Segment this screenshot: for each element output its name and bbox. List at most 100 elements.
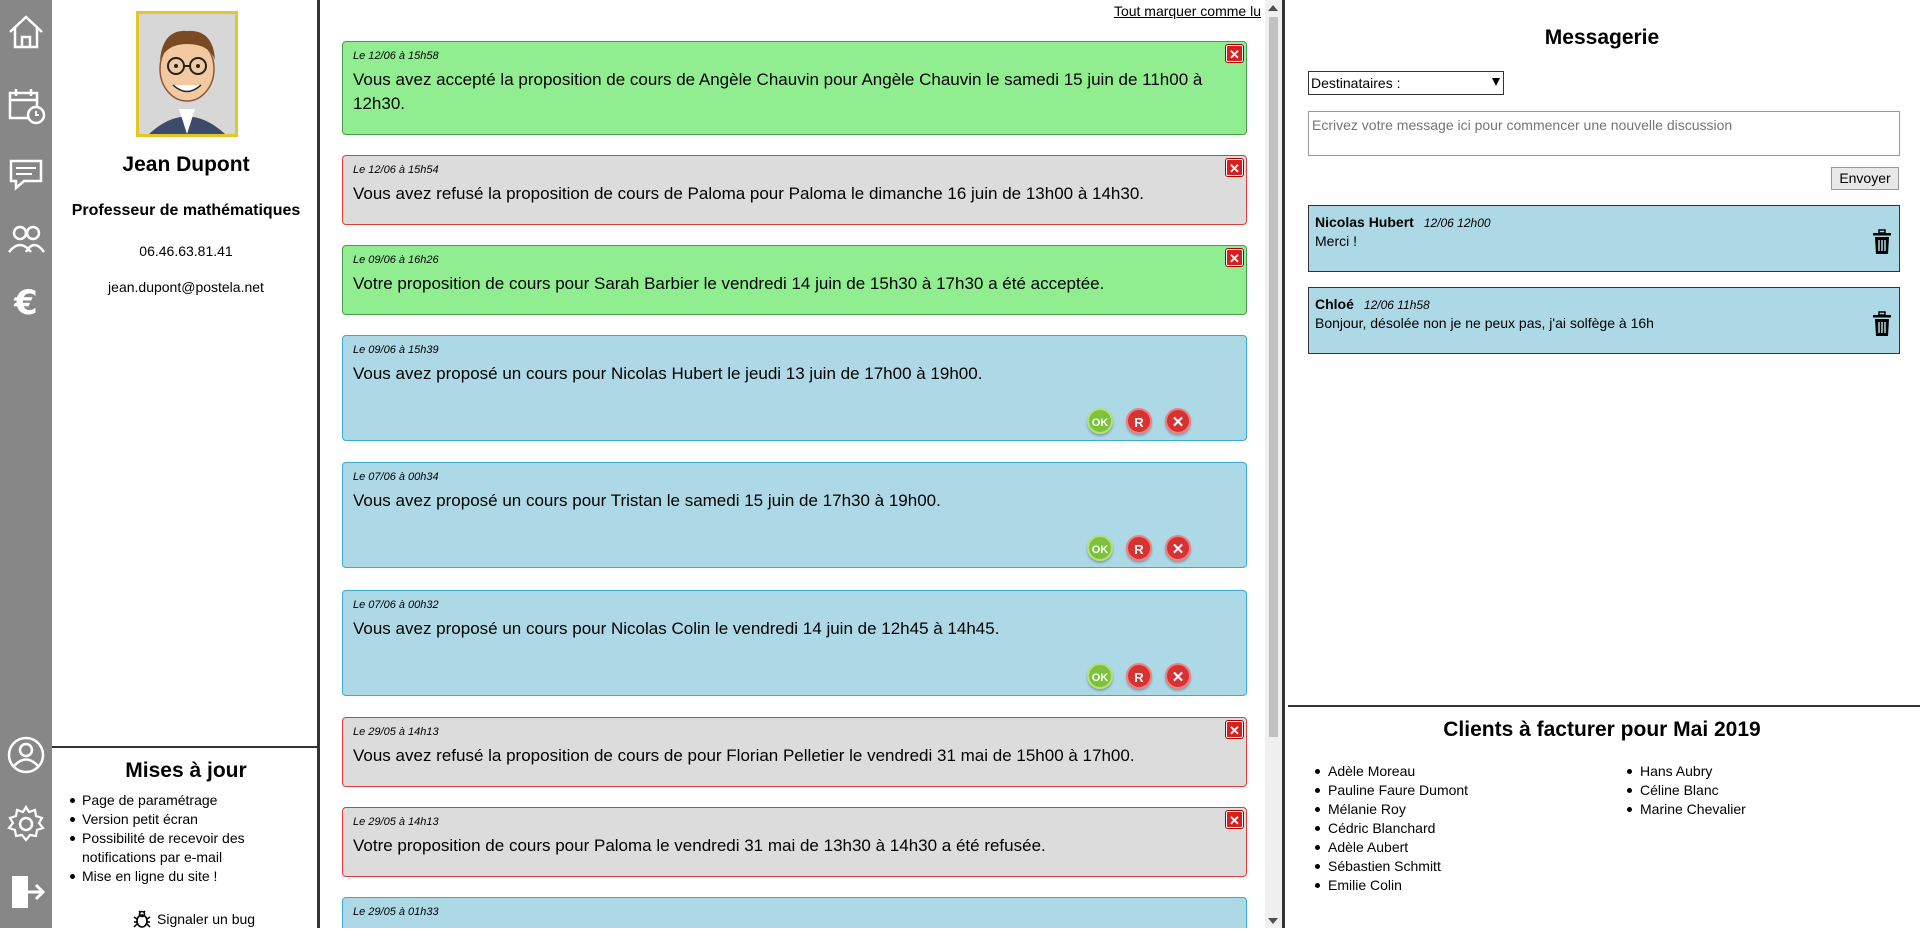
notification-card: Le 07/06 à 00h32 Vous avez proposé un co… <box>342 590 1247 696</box>
bug-icon <box>133 910 151 928</box>
thread-text: Bonjour, désolée non je ne peux pas, j'a… <box>1315 315 1654 331</box>
thread-sender: Chloé <box>1315 296 1354 312</box>
scroll-up-icon[interactable] <box>1268 5 1278 11</box>
decline-button[interactable]: ✕ <box>1165 408 1191 434</box>
message-thread[interactable]: Chloé 12/06 11h58 Bonjour, désolée non je… <box>1308 287 1900 354</box>
account-icon[interactable] <box>4 733 48 777</box>
home-icon[interactable] <box>4 10 48 54</box>
notification-card: Le 12/06 à 15h54 Vous avez refusé la pro… <box>342 155 1247 225</box>
reschedule-button[interactable]: R <box>1126 408 1152 434</box>
divider <box>52 746 320 748</box>
billing-list: Adèle Moreau Pauline Faure Dumont Mélani… <box>1314 762 1469 895</box>
notification-actions: OK R ✕ <box>1087 535 1191 561</box>
list-item: Cédric Blanchard <box>1314 819 1468 838</box>
notification-date: Le 09/06 à 15h39 <box>353 344 439 356</box>
chevron-down-icon <box>1492 78 1500 86</box>
messaging-title: Messagerie <box>1544 26 1660 49</box>
users-icon[interactable] <box>4 218 48 262</box>
list-item: Mise en ligne du site ! <box>70 867 312 886</box>
recipients-label: Destinataires : <box>1311 75 1401 91</box>
notification-date: Le 29/05 à 14h13 <box>353 726 439 738</box>
list-item: Emilie Colin <box>1314 876 1468 895</box>
thread-time: 12/06 12h00 <box>1423 216 1491 230</box>
notification-text: Vous avez refusé la proposition de cours… <box>353 184 1145 203</box>
calendar-icon[interactable] <box>4 84 48 128</box>
close-icon[interactable]: ✕ <box>1226 45 1243 62</box>
notification-text: Vous avez proposé un cours pour Nicolas … <box>353 619 1000 638</box>
scroll-thumb[interactable] <box>1269 17 1278 737</box>
recipients-select[interactable]: Destinataires : <box>1308 71 1504 95</box>
accept-button[interactable]: OK <box>1087 408 1113 434</box>
list-item: Pauline Faure Dumont <box>1314 782 1469 798</box>
scrollbar[interactable] <box>1265 0 1282 928</box>
notification-date: Le 07/06 à 00h34 <box>353 471 439 483</box>
new-message-input[interactable] <box>1308 111 1900 156</box>
notification-card: Le 29/05 à 01h33 <box>342 897 1247 928</box>
billing-title: Clients à facturer pour Mai 2019 <box>1443 718 1761 741</box>
notification-text: Vous avez proposé un cours pour Tristan … <box>353 491 941 510</box>
notification-actions: OK R ✕ <box>1087 408 1191 434</box>
notification-date: Le 12/06 à 15h58 <box>353 50 439 62</box>
trash-icon[interactable] <box>1871 229 1893 255</box>
notification-card: Le 12/06 à 15h58 Vous avez accepté la pr… <box>342 41 1247 135</box>
avatar <box>136 11 238 137</box>
report-bug-label: Signaler un bug <box>157 911 256 927</box>
accept-button[interactable]: OK <box>1087 535 1113 561</box>
notification-date: Le 29/05 à 01h33 <box>353 906 439 918</box>
send-button[interactable]: Envoyer <box>1831 167 1899 190</box>
logout-icon[interactable] <box>4 870 48 914</box>
close-icon[interactable]: ✕ <box>1226 159 1243 176</box>
list-item: Version petit écran <box>70 810 312 829</box>
list-item: Hans Aubry <box>1627 762 1746 781</box>
list-item: Adèle Moreau <box>1314 762 1468 781</box>
profile-phone: 06.46.63.81.41 <box>139 243 233 259</box>
euro-icon[interactable]: € <box>4 280 48 324</box>
gear-icon[interactable] <box>4 802 48 846</box>
notification-actions: OK R ✕ <box>1087 663 1191 689</box>
notification-text: Votre proposition de cours pour Paloma l… <box>353 836 1046 855</box>
list-item: Marine Chevalier <box>1627 801 1746 817</box>
billing-panel: Clients à facturer pour Mai 2019 Adèle M… <box>1288 705 1920 928</box>
message-thread[interactable]: Nicolas Hubert 12/06 12h00 Merci ! <box>1308 205 1900 272</box>
notification-text: Vous avez accepté la proposition de cour… <box>353 70 1203 113</box>
thread-text: Merci ! <box>1315 233 1357 249</box>
list-item: Adèle Aubert <box>1314 838 1468 857</box>
notification-card: Le 09/06 à 15h39 Vous avez proposé un co… <box>342 335 1247 441</box>
notification-date: Le 12/06 à 15h54 <box>353 164 439 176</box>
nav-rail: € <box>0 0 52 928</box>
thread-time: 12/06 11h58 <box>1363 298 1430 312</box>
decline-button[interactable]: ✕ <box>1165 535 1191 561</box>
notification-date: Le 09/06 à 16h26 <box>353 254 439 266</box>
notification-text: Votre proposition de cours pour Sarah Ba… <box>353 274 1105 293</box>
accept-button[interactable]: OK <box>1087 663 1113 689</box>
notification-card: Le 29/05 à 14h13 Vous avez refusé la pro… <box>342 717 1247 787</box>
close-icon[interactable]: ✕ <box>1226 811 1243 828</box>
list-item: Possibilité de recevoir des notification… <box>70 829 312 867</box>
messaging-panel: Messagerie Destinataires : Envoyer Nicol… <box>1288 0 1920 705</box>
list-item: Sébastien Schmitt <box>1314 857 1468 876</box>
reschedule-button[interactable]: R <box>1126 535 1152 561</box>
updates-list: Page de paramétrage Version petit écran … <box>70 791 312 886</box>
scroll-down-icon[interactable] <box>1268 918 1278 924</box>
close-icon[interactable]: ✕ <box>1226 721 1243 738</box>
notification-date: Le 29/05 à 14h13 <box>353 816 439 828</box>
report-bug-link[interactable]: Signaler un bug <box>132 909 255 929</box>
notification-text: Vous avez proposé un cours pour Nicolas … <box>353 364 983 383</box>
profile-panel: Jean Dupont Professeur de mathématiques … <box>52 0 320 928</box>
svg-text:€: € <box>13 283 38 323</box>
profile-role: Professeur de mathématiques <box>71 202 301 219</box>
list-item: Page de paramétrage <box>70 791 312 810</box>
reschedule-button[interactable]: R <box>1126 663 1152 689</box>
notification-text: Vous avez refusé la proposition de cours… <box>353 746 1135 765</box>
notification-date: Le 07/06 à 00h32 <box>353 599 439 611</box>
billing-list: Hans Aubry Céline Blanc Marine Chevalier <box>1627 762 1746 819</box>
notification-card: Le 09/06 à 16h26 Votre proposition de co… <box>342 245 1247 315</box>
mark-all-read-link[interactable]: Tout marquer comme lu <box>1114 3 1261 19</box>
decline-button[interactable]: ✕ <box>1165 663 1191 689</box>
trash-icon[interactable] <box>1871 311 1893 337</box>
chat-icon[interactable] <box>4 152 48 196</box>
updates-title: Mises à jour <box>125 759 247 782</box>
list-item: Mélanie Roy <box>1314 800 1468 819</box>
profile-email: jean.dupont@postela.net <box>108 279 264 295</box>
close-icon[interactable]: ✕ <box>1226 249 1243 266</box>
